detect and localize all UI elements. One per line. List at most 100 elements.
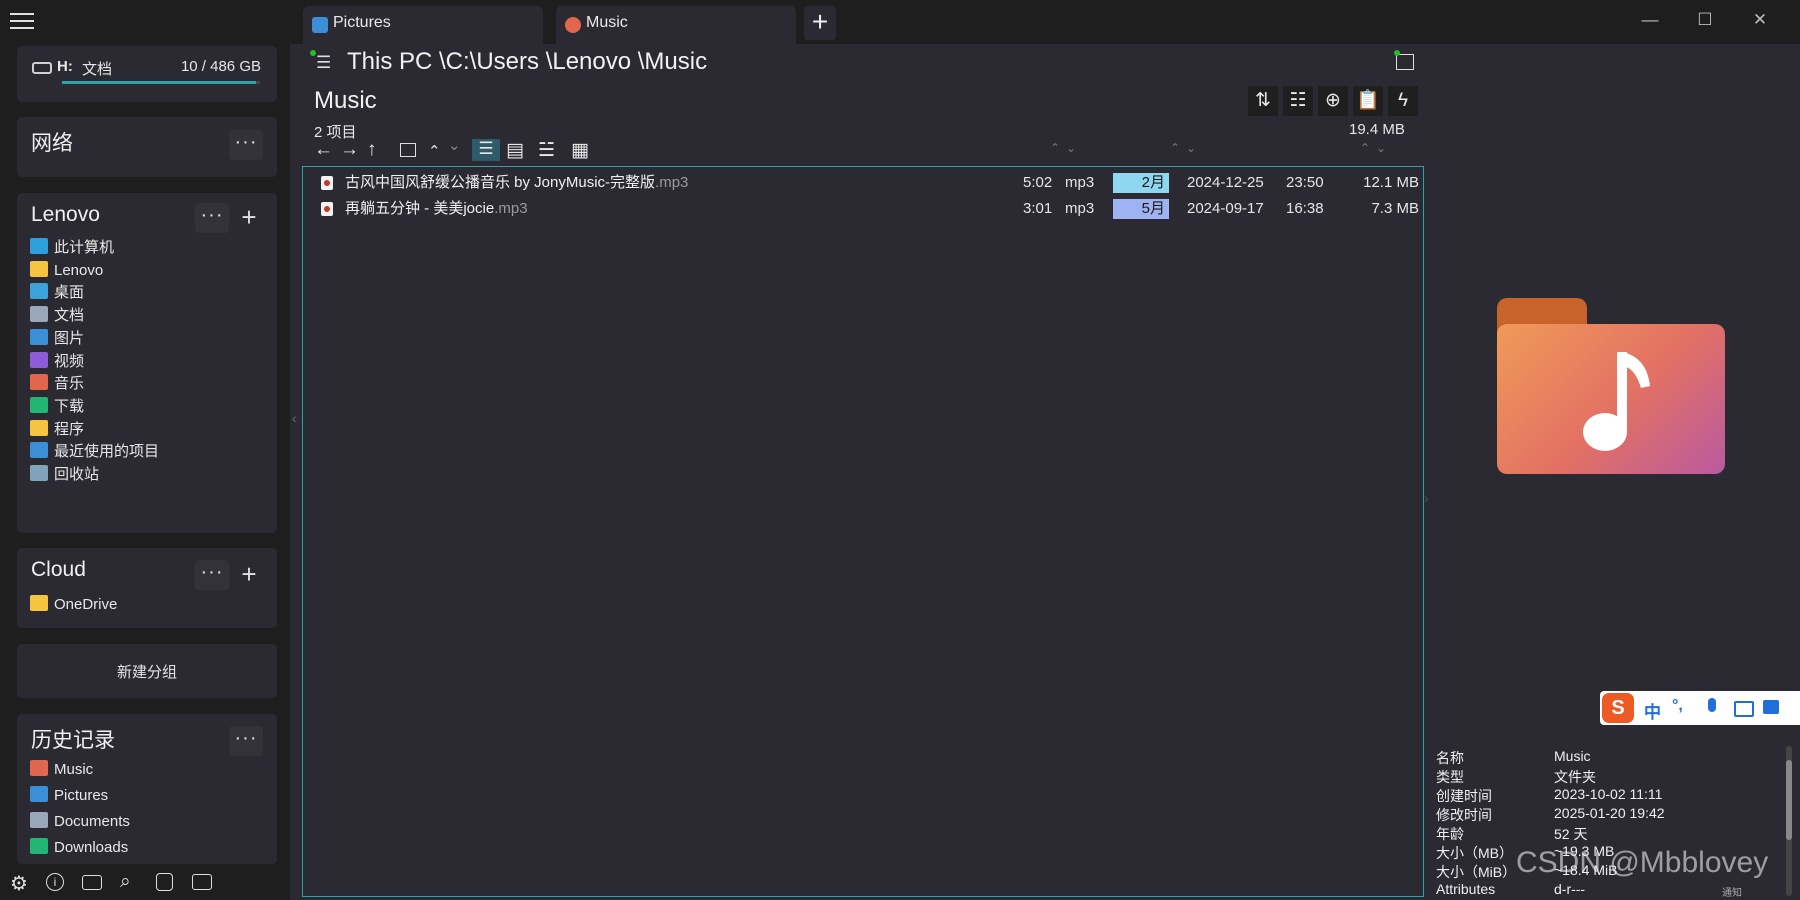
chevron-up-icon[interactable]: ⌃: [428, 142, 441, 160]
history-item[interactable]: Downloads: [30, 836, 128, 860]
property-key: 大小（MB）: [1436, 845, 1513, 861]
columns-toggle-icon[interactable]: [1396, 54, 1414, 70]
assistant-icon[interactable]: [156, 873, 173, 891]
hamburger-menu-icon[interactable]: [10, 10, 34, 30]
lenovo-item-label: 视频: [54, 352, 85, 370]
lenovo-item[interactable]: 桌面: [30, 281, 84, 305]
close-icon[interactable]: ✕: [1745, 10, 1775, 32]
view-list-icon[interactable]: ▤: [506, 139, 524, 162]
history-item-label: Documents: [54, 813, 130, 830]
maximize-icon[interactable]: ☐: [1690, 10, 1720, 32]
property-key: 创建时间: [1436, 788, 1492, 804]
sidebar-splitter-handle[interactable]: ‹: [292, 410, 297, 426]
details-list-icon[interactable]: ☷: [1283, 86, 1313, 116]
sidebar: H: 文档 10 / 486 GB 网络 ··· Lenovo ··· + 此计…: [0, 0, 290, 900]
lenovo-item[interactable]: 此计算机: [30, 236, 114, 260]
forward-icon[interactable]: →: [340, 139, 359, 161]
minimize-icon[interactable]: —: [1635, 10, 1665, 32]
ime-punctuation: °,: [1672, 697, 1683, 714]
history-item-icon: [30, 786, 48, 802]
lenovo-item-label: 最近使用的项目: [54, 443, 160, 461]
info-icon[interactable]: i: [46, 873, 64, 891]
settings-icon[interactable]: ⚙: [10, 871, 28, 896]
sort-size-carets[interactable]: ⌃⌄: [1360, 141, 1392, 155]
back-icon[interactable]: ←: [314, 139, 333, 161]
lenovo-item[interactable]: 视频: [30, 350, 84, 374]
lenovo-item[interactable]: 程序: [30, 418, 84, 442]
sort-date-carets[interactable]: ⌃⌄: [1170, 141, 1202, 155]
flash-icon[interactable]: ϟ: [1388, 86, 1418, 116]
new-folder-icon[interactable]: [400, 143, 416, 157]
file-list[interactable]: 古风中国风舒缓公播音乐 by JonyMusic-完整版.mp3 5:02 mp3 2…: [302, 166, 1424, 897]
preview-splitter-handle[interactable]: ›: [1424, 490, 1429, 506]
add-icon[interactable]: ⊕: [1318, 86, 1348, 116]
status-dot: [1394, 50, 1400, 56]
property-value: 文件夹: [1554, 769, 1596, 785]
lenovo-item[interactable]: 音乐: [30, 372, 84, 396]
panel-toggle-icon[interactable]: [82, 875, 102, 890]
drive-icon: [32, 62, 52, 74]
file-duration: 3:01: [1023, 200, 1053, 217]
chat-icon[interactable]: [192, 874, 212, 890]
path-menu-icon[interactable]: ☰: [316, 53, 331, 73]
file-name: 古风中国风舒缓公播音乐 by JonyMusic-完整版.mp3: [345, 170, 688, 196]
drive-usage-fill: [62, 81, 257, 84]
file-type: mp3: [1065, 174, 1095, 191]
cloud-item-icon: [30, 595, 48, 611]
address-path[interactable]: This PC \C:\Users \Lenovo \Music: [347, 48, 707, 76]
search-icon[interactable]: ⌕: [120, 871, 131, 893]
lenovo-item-label: 程序: [54, 420, 85, 438]
property-key: 名称: [1436, 750, 1464, 766]
lenovo-item[interactable]: 回收站: [30, 463, 99, 487]
music-folder-preview-icon: [1497, 298, 1725, 478]
up-icon[interactable]: ↑: [367, 139, 377, 161]
new-group-button[interactable]: 新建分组: [17, 644, 277, 698]
property-key: 修改时间: [1436, 807, 1492, 823]
lenovo-item-label: Lenovo: [54, 261, 104, 279]
cloud-add-button[interactable]: +: [232, 560, 266, 590]
file-extension: .mp3: [494, 200, 528, 217]
view-tiles-icon[interactable]: ☱: [538, 139, 555, 162]
network-more-button[interactable]: ···: [229, 130, 263, 160]
history-item-icon: [30, 812, 48, 828]
lenovo-item-icon: [30, 238, 48, 254]
history-item-label: Pictures: [54, 787, 109, 804]
lenovo-item[interactable]: 最近使用的项目: [30, 440, 159, 464]
cloud-more-button[interactable]: ···: [195, 560, 229, 590]
file-row[interactable]: 古风中国风舒缓公播音乐 by JonyMusic-完整版.mp3 5:02 mp3 2…: [319, 170, 1419, 196]
file-size: 7.3 MB: [1371, 200, 1419, 217]
new-tab-button[interactable]: +: [804, 6, 836, 40]
tab-pictures[interactable]: Pictures: [303, 6, 543, 44]
property-value: 2023-10-02 11:11: [1554, 786, 1663, 802]
drive-usage-bar: [62, 81, 260, 84]
lenovo-more-button[interactable]: ···: [195, 203, 229, 233]
tab-music[interactable]: Music: [556, 6, 796, 44]
drive-usage: 10 / 486 GB: [180, 58, 261, 75]
history-item[interactable]: Documents: [30, 810, 130, 834]
view-details-icon[interactable]: ☰: [472, 139, 500, 161]
chevron-down-icon[interactable]: ⌄: [448, 136, 461, 154]
history-more-button[interactable]: ···: [229, 726, 263, 756]
lenovo-item[interactable]: 下载: [30, 395, 84, 419]
sort-icon[interactable]: ⇅: [1248, 86, 1278, 116]
lenovo-item-icon: [30, 306, 48, 323]
lenovo-add-button[interactable]: +: [232, 203, 266, 233]
watermark: CSDN @Mbblovey: [1516, 846, 1769, 879]
lenovo-item-label: 此计算机: [54, 239, 115, 256]
properties-scrollbar[interactable]: [1786, 746, 1792, 896]
cloud-item[interactable]: OneDrive: [30, 593, 117, 617]
history-item[interactable]: Music: [30, 758, 93, 782]
drive-letter: H:: [57, 58, 73, 75]
ime-toolbar[interactable]: S 中 °,: [1600, 691, 1800, 725]
lenovo-item[interactable]: Lenovo: [30, 259, 103, 283]
mp3-file-icon: [321, 202, 333, 216]
lenovo-item[interactable]: 图片: [30, 327, 84, 351]
lenovo-item[interactable]: 文档: [30, 304, 84, 328]
history-item[interactable]: Pictures: [30, 784, 108, 808]
clipboard-icon[interactable]: 📋: [1353, 86, 1383, 116]
property-key: 年龄: [1436, 826, 1464, 842]
view-grid-icon[interactable]: ▦: [571, 139, 589, 162]
file-row[interactable]: 再躺五分钟 - 美美jocie.mp3 3:01 mp3 5月 2024-09-17 16…: [319, 196, 1419, 222]
sort-duration-carets[interactable]: ⌃⌄: [1050, 141, 1082, 155]
drive-card[interactable]: H: 文档 10 / 486 GB: [17, 46, 277, 102]
